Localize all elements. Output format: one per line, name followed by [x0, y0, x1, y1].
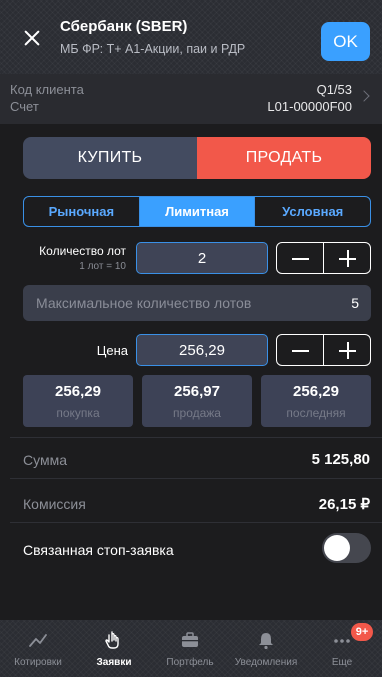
quick-price-label: последняя: [286, 406, 346, 420]
chart-line-icon: [29, 634, 47, 647]
commission-label: Комиссия: [23, 496, 86, 512]
tab-quotes[interactable]: Котировки: [0, 620, 76, 677]
hand-pointer-icon: [105, 631, 119, 649]
tab-more[interactable]: 9+ Еще: [304, 620, 380, 677]
price-decrease-button[interactable]: [277, 335, 323, 365]
instrument-market: МБ ФР: Т+ А1-Акции, паи и РДР: [60, 42, 246, 56]
quick-price-bid[interactable]: 256,29 покупка: [23, 375, 133, 427]
commission-value: 26,15 ₽: [318, 496, 370, 513]
tab-notifications[interactable]: Уведомления: [228, 620, 304, 677]
quantity-label: Количество лот: [39, 244, 126, 258]
close-icon[interactable]: [22, 28, 42, 48]
bottom-tab-bar: Котировки Заявки Портфель Уведомления 9+…: [0, 620, 382, 677]
divider: [10, 478, 382, 479]
tab-label: Заявки: [96, 657, 132, 668]
quantity-increase-button[interactable]: [323, 243, 370, 273]
client-code-value: Q1/53: [316, 82, 352, 97]
linked-stop-order-label: Связанная стоп-заявка: [23, 542, 174, 558]
tab-label: Уведомления: [234, 657, 298, 668]
briefcase-icon: [182, 632, 198, 647]
sum-label: Сумма: [23, 452, 67, 468]
tab-label: Портфель: [166, 657, 214, 668]
quick-price-label: покупка: [56, 406, 100, 420]
tab-label: Еще: [331, 657, 353, 668]
linked-stop-order-toggle[interactable]: [322, 533, 371, 563]
max-lots-button[interactable]: Максимальное количество лотов 5: [23, 285, 371, 321]
divider: [10, 437, 382, 438]
quantity-stepper: [276, 242, 371, 274]
toggle-knob: [324, 535, 350, 561]
quick-price-value: 256,29: [55, 383, 101, 400]
ok-button[interactable]: OK: [321, 22, 370, 61]
tab-orders[interactable]: Заявки: [76, 620, 152, 677]
lot-size-hint: 1 лот = 10: [79, 261, 126, 272]
client-account-selector[interactable]: Код клиента Счет Q1/53 L01-00000F00: [0, 74, 382, 124]
bell-icon: [259, 633, 273, 650]
quick-price-value: 256,97: [174, 383, 220, 400]
order-type-limit[interactable]: Лимитная: [138, 197, 255, 226]
quick-price-ask[interactable]: 256,97 продажа: [142, 375, 252, 427]
divider: [10, 522, 382, 523]
order-type-market[interactable]: Рыночная: [24, 197, 139, 226]
instrument-title: Сбербанк (SBER): [60, 18, 188, 35]
tab-label: Котировки: [14, 657, 62, 668]
order-type-conditional[interactable]: Условная: [254, 197, 370, 226]
quick-price-label: продажа: [173, 406, 221, 420]
quick-price-value: 256,29: [293, 383, 339, 400]
price-increase-button[interactable]: [323, 335, 370, 365]
account-value: L01-00000F00: [267, 99, 352, 114]
price-input[interactable]: 256,29: [136, 334, 268, 366]
sum-value: 5 125,80: [311, 451, 370, 468]
notification-badge: 9+: [351, 623, 373, 641]
order-header: Сбербанк (SBER) МБ ФР: Т+ А1-Акции, паи …: [0, 0, 382, 74]
price-stepper: [276, 334, 371, 366]
price-label: Цена: [96, 343, 128, 358]
client-code-label: Код клиента: [10, 82, 84, 97]
chevron-right-icon: [358, 90, 370, 102]
more-dots-icon: [334, 639, 350, 643]
sell-button[interactable]: ПРОДАТЬ: [197, 137, 371, 179]
quantity-input[interactable]: 2: [136, 242, 268, 274]
order-type-selector: Рыночная Лимитная Условная: [23, 196, 371, 227]
quantity-decrease-button[interactable]: [277, 243, 323, 273]
quick-price-last[interactable]: 256,29 последняя: [261, 375, 371, 427]
account-label: Счет: [10, 99, 39, 114]
buy-button[interactable]: КУПИТЬ: [23, 137, 197, 179]
max-lots-value: 5: [351, 295, 359, 311]
tab-portfolio[interactable]: Портфель: [152, 620, 228, 677]
max-lots-label: Максимальное количество лотов: [36, 295, 252, 311]
